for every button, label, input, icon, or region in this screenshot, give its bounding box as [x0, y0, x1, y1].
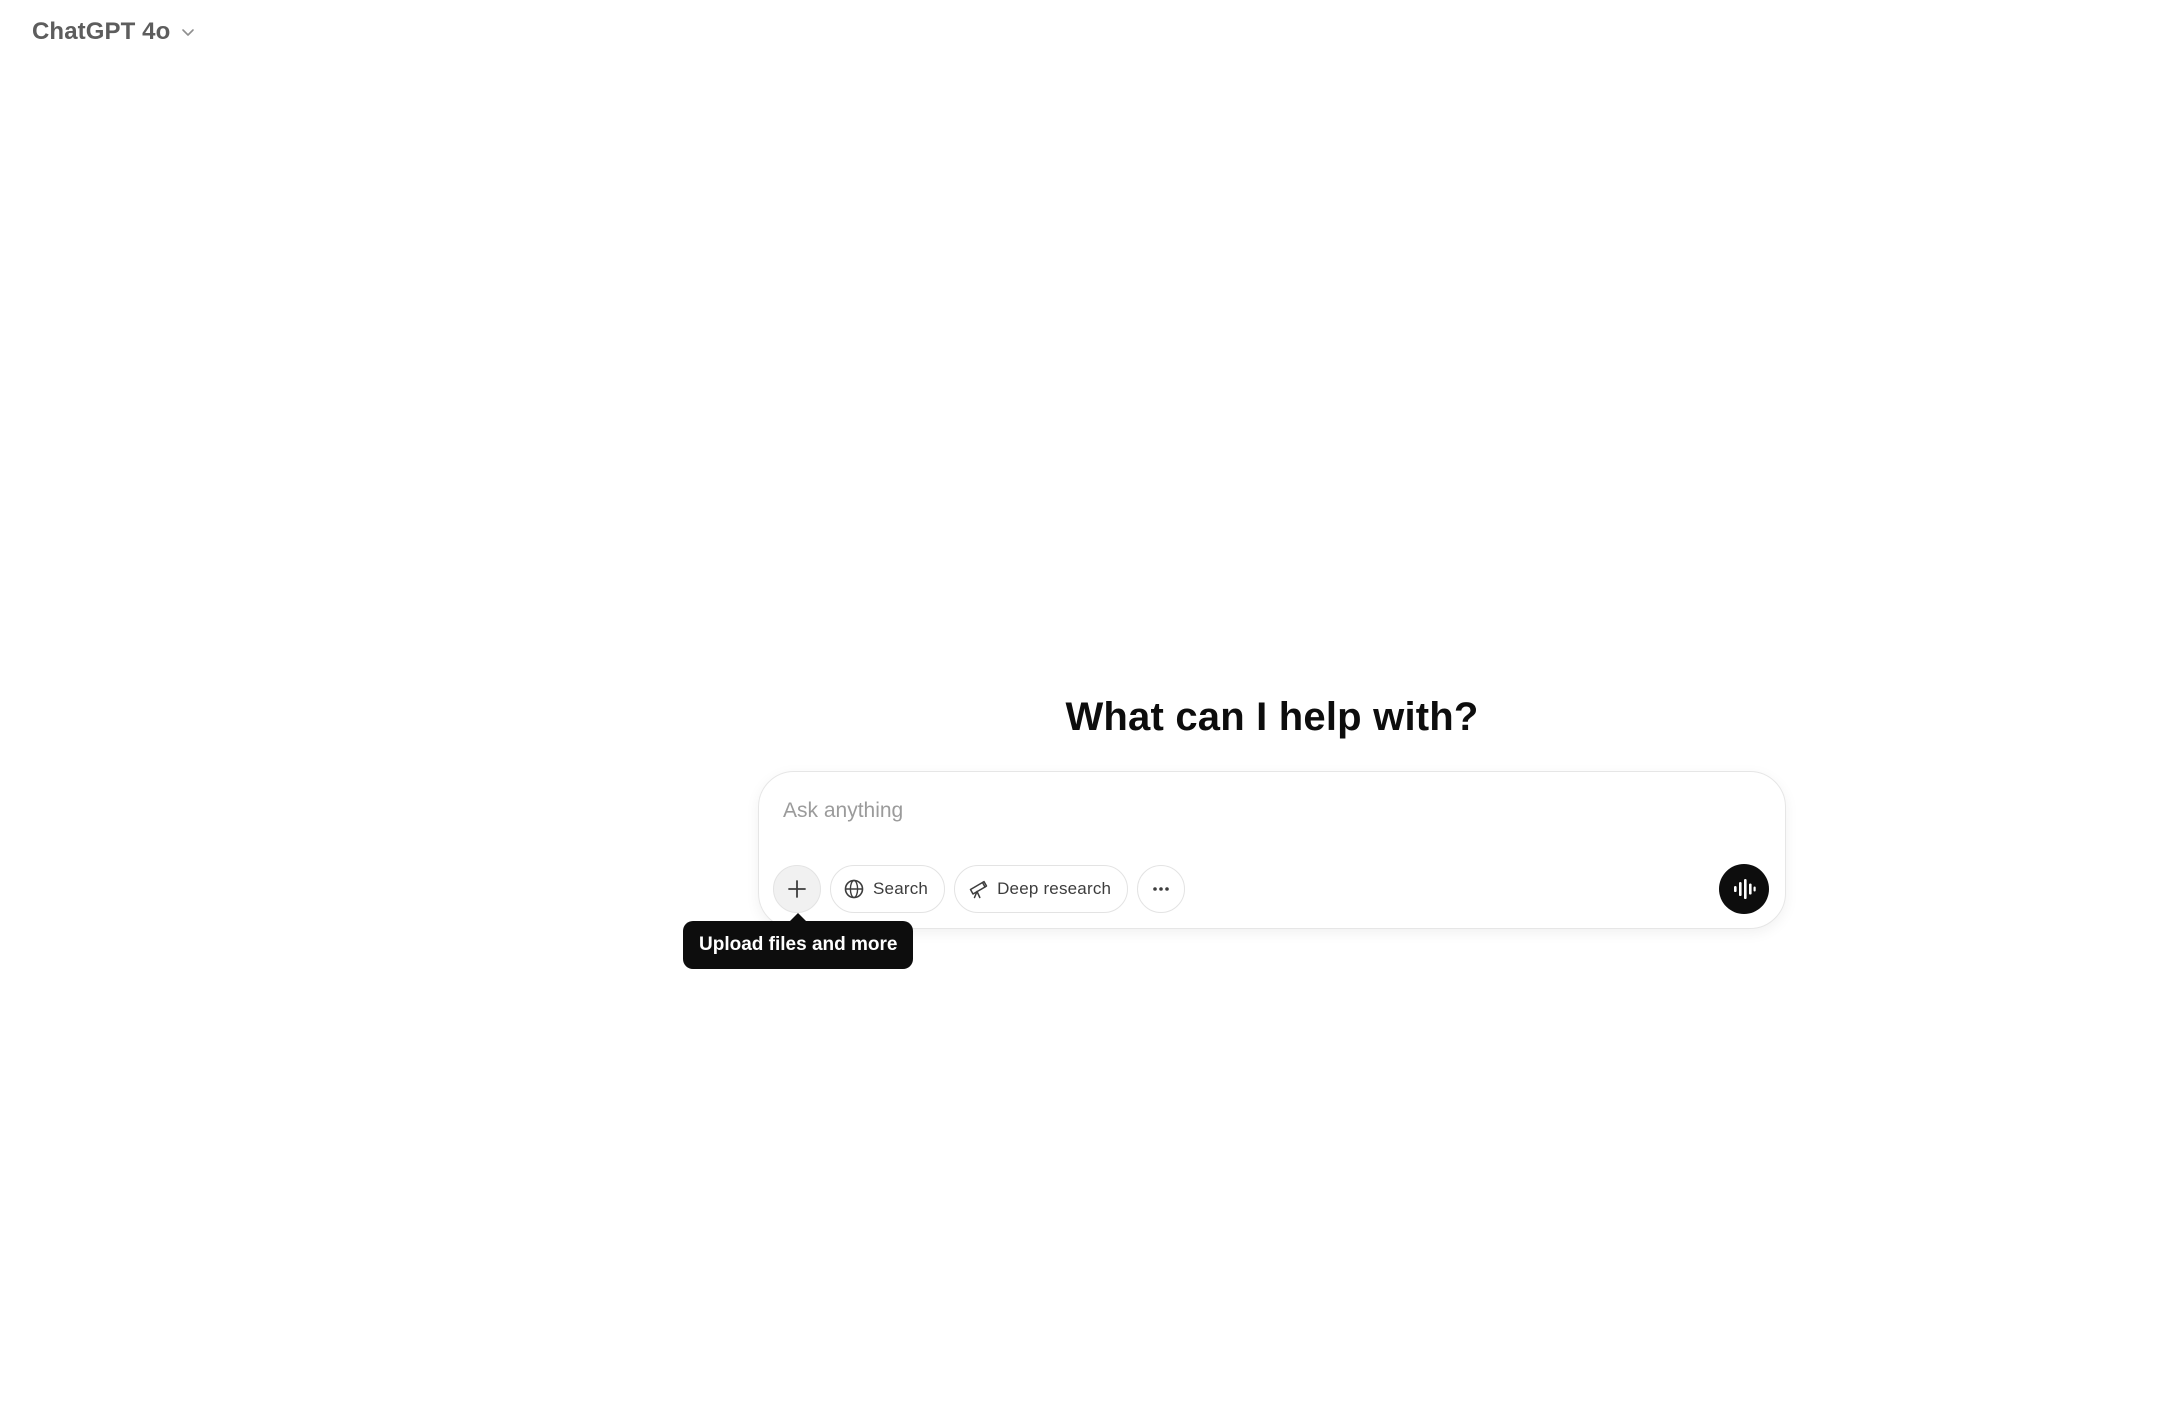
upload-tooltip: Upload files and more [683, 913, 914, 969]
page-title: What can I help with? [1065, 695, 1479, 739]
search-button-label: Search [873, 879, 929, 898]
voice-mode-button[interactable] [1719, 864, 1769, 914]
prompt-input[interactable] [781, 786, 1745, 836]
composer-toolbar: Search Deep research [773, 864, 1186, 914]
more-tools-button[interactable] [1137, 865, 1186, 913]
plus-icon [786, 878, 808, 900]
voice-waveform-icon [1731, 876, 1757, 902]
composer: Search Deep research [758, 771, 1786, 929]
tooltip-text: Upload files and more [699, 934, 898, 955]
upload-button[interactable] [773, 865, 821, 913]
search-button[interactable]: Search [830, 865, 946, 913]
app-root: ChatGPT 4o What can I help with? Ask any… [0, 0, 2184, 1426]
deep-research-button-label: Deep research [997, 879, 1112, 898]
model-switcher[interactable]: ChatGPT 4o [22, 12, 208, 52]
model-name: ChatGPT 4o [32, 18, 171, 45]
telescope-icon [967, 878, 989, 900]
chevron-down-icon [178, 22, 198, 42]
globe-icon [843, 878, 865, 900]
more-horizontal-icon [1150, 878, 1172, 900]
deep-research-button[interactable]: Deep research [954, 865, 1129, 913]
